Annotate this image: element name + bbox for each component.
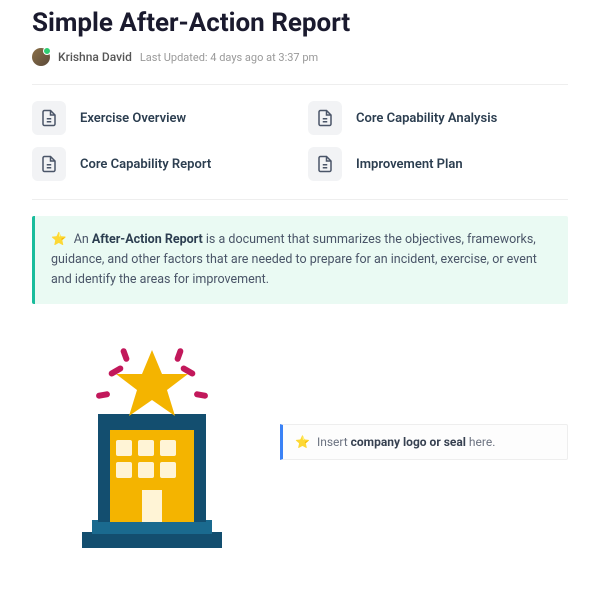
insert-bold: company logo or seal [351, 435, 466, 449]
divider [32, 84, 568, 85]
author-avatar[interactable] [32, 48, 50, 66]
document-icon [32, 147, 66, 181]
author-name[interactable]: Krishna David [58, 50, 132, 64]
meta-row: Krishna David Last Updated: 4 days ago a… [32, 48, 568, 66]
callout-text-prefix: An [74, 232, 92, 247]
nav-label: Improvement Plan [356, 157, 463, 172]
insert-logo-callout[interactable]: ⭐ Insert company logo or seal here. [280, 424, 568, 460]
nav-item-exercise-overview[interactable]: Exercise Overview [32, 101, 292, 135]
nav-item-core-capability-analysis[interactable]: Core Capability Analysis [308, 101, 568, 135]
document-icon [32, 101, 66, 135]
media-row: ⭐ Insert company logo or seal here. [32, 332, 568, 552]
star-icon: ⭐ [51, 230, 67, 250]
insert-suffix: here. [466, 435, 495, 449]
nav-grid: Exercise Overview Core Capability Analys… [32, 101, 568, 181]
divider [32, 199, 568, 200]
callout-info: ⭐ An After-Action Report is a document t… [32, 216, 568, 304]
nav-item-core-capability-report[interactable]: Core Capability Report [32, 147, 292, 181]
document-icon [308, 101, 342, 135]
last-updated: Last Updated: 4 days ago at 3:37 pm [140, 51, 318, 64]
callout-bold: After-Action Report [92, 232, 203, 247]
nav-label: Core Capability Analysis [356, 111, 497, 126]
document-icon [308, 147, 342, 181]
insert-prefix: Insert [317, 435, 351, 449]
nav-label: Core Capability Report [80, 157, 211, 172]
page-title: Simple After-Action Report [32, 8, 568, 38]
nav-label: Exercise Overview [80, 111, 186, 126]
building-illustration [52, 332, 252, 552]
star-icon: ⭐ [295, 435, 310, 449]
nav-item-improvement-plan[interactable]: Improvement Plan [308, 147, 568, 181]
